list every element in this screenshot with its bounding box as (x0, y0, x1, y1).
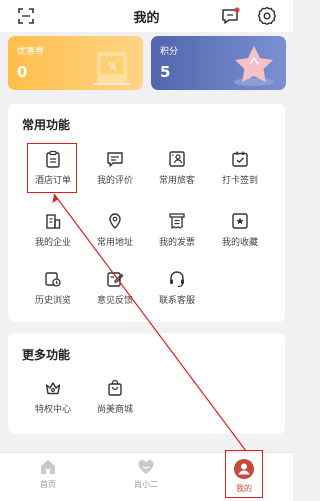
browsing-history-button[interactable]: 历史浏览 (24, 270, 82, 306)
crown-icon (45, 382, 61, 395)
frequent-addresses-button[interactable]: 常用地址 (86, 212, 144, 248)
item-label: 常用地址 (96, 238, 133, 248)
item-label: 我的评价 (96, 176, 133, 186)
item-label: 我的发票 (158, 238, 195, 248)
item-label: 特权中心 (34, 405, 71, 415)
tab-label: 尚小二 (134, 480, 158, 489)
privilege-center-button[interactable]: 特权中心 (24, 379, 82, 415)
hotel-orders-highlight (27, 143, 77, 193)
item-label: 打卡签到 (221, 176, 258, 186)
item-label: 意见反馈 (96, 296, 133, 306)
calendar-check-icon (232, 151, 248, 167)
section-title: 更多功能 (22, 348, 71, 362)
coupon-card[interactable]: 优惠券 0 % (8, 36, 143, 90)
coupon-label: 优惠券 (17, 47, 45, 57)
customer-service-button[interactable]: 联系客服 (148, 270, 206, 306)
headset-icon (170, 271, 184, 288)
location-pin-icon (109, 213, 121, 229)
feedback-button[interactable]: 意见反馈 (86, 270, 144, 306)
coupon-count: 0 (17, 63, 28, 81)
points-count: 5 (160, 63, 171, 81)
comment-icon (107, 152, 123, 167)
item-label: 历史浏览 (34, 296, 71, 306)
item-label: 常用旅客 (158, 176, 195, 186)
section-title: 常用功能 (22, 118, 71, 132)
star-box-icon (232, 213, 248, 229)
my-invoices-button[interactable]: 我的发票 (148, 212, 206, 248)
building-icon (46, 214, 61, 229)
message-icon[interactable] (221, 7, 241, 25)
shangmei-mall-button[interactable]: 尚美商城 (86, 379, 144, 415)
contact-card-icon (169, 151, 185, 167)
page-title: 我的 (133, 11, 160, 26)
home-icon (41, 460, 55, 474)
tab-label: 首页 (40, 480, 56, 489)
svg-text:%: % (108, 62, 117, 72)
gear-icon[interactable] (257, 6, 277, 26)
heart-icon (138, 460, 154, 474)
mine-tab-highlight (225, 450, 263, 498)
my-company-button[interactable]: 我的企业 (24, 212, 82, 248)
check-in-button[interactable]: 打卡签到 (211, 150, 269, 186)
item-label: 我的企业 (34, 238, 71, 248)
my-reviews-button[interactable]: 我的评价 (86, 150, 144, 186)
frequent-travelers-button[interactable]: 常用旅客 (148, 150, 206, 186)
tab-home[interactable]: 首页 (18, 458, 78, 490)
shopping-bag-icon (108, 379, 122, 396)
points-card[interactable]: 积分 5 (151, 36, 286, 90)
points-label: 积分 (160, 47, 179, 57)
tab-assistant[interactable]: 尚小二 (116, 458, 176, 490)
receipt-icon (169, 213, 185, 230)
item-label: 尚美商城 (96, 405, 133, 415)
gift-box-icon: % (93, 52, 131, 85)
my-favorites-button[interactable]: 我的收藏 (211, 212, 269, 248)
feedback-icon (107, 272, 124, 287)
item-label: 联系客服 (158, 296, 195, 306)
item-label: 我的收藏 (221, 238, 258, 248)
star-icon (234, 46, 274, 86)
history-icon (45, 272, 61, 287)
